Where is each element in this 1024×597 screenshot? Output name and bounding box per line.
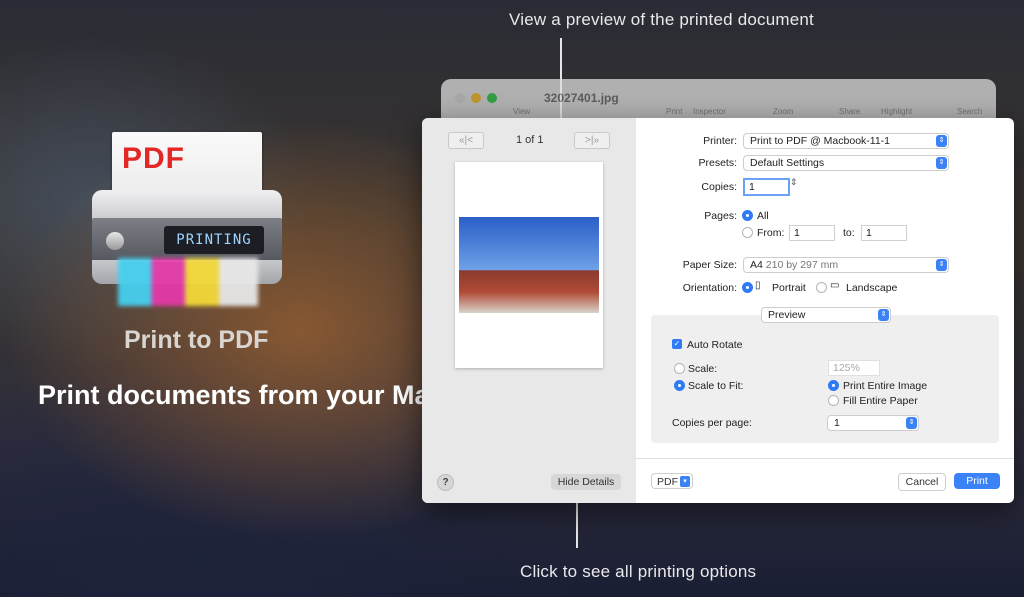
help-button[interactable]: ?	[437, 474, 454, 491]
page-preview	[455, 162, 603, 368]
pages-from-input[interactable]: 1	[789, 225, 835, 241]
page-counter: 1 of 1	[516, 134, 544, 146]
printer-app-icon: PDF PRINTING	[92, 128, 284, 308]
window-filename: 32027401.jpg	[544, 91, 619, 105]
presets-select[interactable]: Default Settings ⇕	[743, 155, 949, 171]
top-caption: View a preview of the printed document	[509, 10, 814, 29]
copies-label: Copies:	[701, 181, 737, 193]
scale-to-fit-label: Scale to Fit:	[688, 380, 744, 392]
first-prev-page-button[interactable]: «|<	[448, 132, 484, 149]
toolbar-search[interactable]: Search	[957, 107, 982, 116]
scale-radio[interactable]	[674, 363, 685, 374]
section-select[interactable]: Preview ⇕	[761, 307, 891, 323]
copies-per-page-select[interactable]: 1 ⇕	[827, 415, 919, 431]
hide-details-button[interactable]: Hide Details	[551, 474, 621, 490]
chevron-updown-icon: ⇕	[936, 259, 947, 271]
portrait-label: Portrait	[772, 282, 806, 294]
next-last-page-button[interactable]: >|»	[574, 132, 610, 149]
chevron-updown-icon: ⇕	[936, 157, 947, 169]
toolbar-zoom[interactable]: Zoom	[773, 107, 793, 116]
copies-input[interactable]: 1	[743, 178, 790, 196]
printer-label: Printer:	[703, 135, 737, 147]
presets-value: Default Settings	[750, 157, 825, 169]
print-entire-image-label: Print Entire Image	[843, 380, 928, 392]
cancel-button[interactable]: Cancel	[898, 473, 946, 491]
chevron-updown-icon: ⇕	[906, 417, 917, 429]
bottom-caption: Click to see all printing options	[520, 562, 757, 581]
portrait-radio[interactable]	[742, 282, 753, 293]
pages-label: Pages:	[704, 210, 737, 222]
icon-printer-display: PRINTING	[164, 226, 264, 254]
footer-divider	[636, 458, 1014, 459]
printer-value: Print to PDF @ Macbook-11-1	[750, 135, 891, 147]
toolbar-share[interactable]: Share	[839, 107, 860, 116]
fill-entire-paper-radio[interactable]	[828, 395, 839, 406]
scale-to-fit-radio[interactable]	[674, 380, 685, 391]
auto-rotate-label: Auto Rotate	[687, 339, 743, 351]
printer-select[interactable]: Print to PDF @ Macbook-11-1 ⇕	[743, 133, 949, 149]
icon-color-output	[118, 258, 258, 306]
orientation-label: Orientation:	[682, 282, 737, 294]
pages-to-label: to:	[843, 227, 855, 239]
icon-pdf-text: PDF	[122, 142, 185, 175]
landscape-radio[interactable]	[816, 282, 827, 293]
landscape-icon: ▭	[830, 280, 840, 291]
copies-per-page-label: Copies per page:	[672, 417, 752, 429]
toolbar-print[interactable]: Print	[666, 107, 682, 116]
scale-input[interactable]: 125%	[828, 360, 880, 376]
paper-size-value: A4	[750, 259, 763, 271]
app-name: Print to PDF	[124, 326, 269, 354]
pages-range-radio[interactable]	[742, 227, 753, 238]
copies-stepper[interactable]: ⇕	[790, 177, 798, 188]
copies-per-page-value: 1	[834, 417, 840, 429]
pages-all-label: All	[757, 210, 769, 222]
toolbar-view[interactable]: View	[513, 107, 530, 116]
fill-entire-paper-label: Fill Entire Paper	[843, 395, 918, 407]
presets-label: Presets:	[698, 157, 737, 169]
window-zoom-dot[interactable]	[487, 93, 497, 103]
paper-size-label: Paper Size:	[682, 259, 737, 271]
icon-printer-knob	[106, 232, 124, 250]
pages-all-radio[interactable]	[742, 210, 753, 221]
window-close-dot[interactable]	[455, 93, 465, 103]
print-dialog: «|< 1 of 1 >|» ? Hide Details Printer: P…	[422, 118, 1014, 503]
preview-pane: «|< 1 of 1 >|» ? Hide Details	[422, 118, 636, 503]
pdf-menu-label: PDF	[657, 476, 678, 488]
toolbar-highlight[interactable]: Highlight	[881, 107, 912, 116]
paper-size-select[interactable]: A4 210 by 297 mm ⇕	[743, 257, 949, 273]
chevron-updown-icon: ⇕	[936, 135, 947, 147]
paper-size-detail: 210 by 297 mm	[765, 259, 839, 271]
chevron-down-icon: ▾	[680, 476, 690, 487]
bottom-guide-line	[576, 500, 578, 548]
print-entire-image-radio[interactable]	[828, 380, 839, 391]
preview-photo	[459, 217, 599, 313]
chevron-updown-icon: ⇕	[878, 309, 889, 321]
pages-from-label: From:	[757, 227, 785, 239]
window-minimize-dot[interactable]	[471, 93, 481, 103]
pages-to-input[interactable]: 1	[861, 225, 907, 241]
scale-label: Scale:	[688, 363, 718, 375]
toolbar-inspector[interactable]: Inspector	[693, 107, 726, 116]
print-button[interactable]: Print	[954, 473, 1000, 489]
auto-rotate-checkbox[interactable]: ✓	[672, 339, 682, 349]
tagline: Print documents from your Mac	[38, 380, 445, 410]
pdf-menu-button[interactable]: PDF ▾	[651, 473, 693, 489]
landscape-label: Landscape	[846, 282, 898, 294]
section-select-value: Preview	[768, 309, 806, 321]
portrait-icon: ▯	[755, 280, 761, 291]
